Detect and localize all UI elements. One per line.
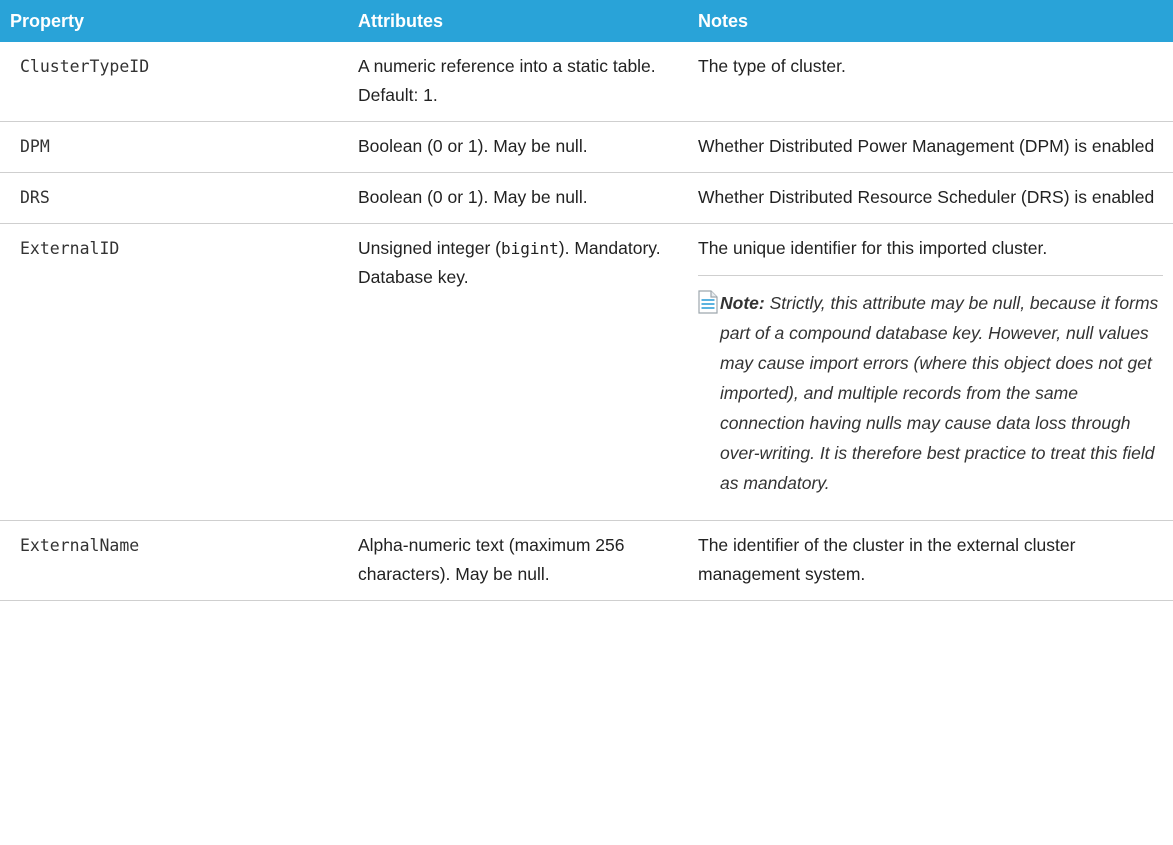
table-row: ClusterTypeID A numeric reference into a…	[0, 42, 1173, 122]
header-notes: Notes	[698, 10, 749, 31]
property-attributes: Alpha-numeric text (maximum 256 characte…	[358, 520, 698, 601]
property-name: DPM	[0, 121, 358, 173]
property-name: ClusterTypeID	[0, 42, 358, 122]
property-notes-cell: The unique identifier for this imported …	[698, 223, 1173, 521]
note-icon	[698, 290, 720, 314]
property-name: ExternalName	[0, 520, 358, 601]
property-notes: Whether Distributed Power Management (DP…	[698, 121, 1173, 173]
property-notes: The identifier of the cluster in the ext…	[698, 520, 1173, 601]
note-label: Note:	[720, 293, 765, 313]
note-divider	[698, 275, 1163, 276]
attributes-code: bigint	[501, 239, 559, 258]
table-header: Property Attributes Notes	[0, 0, 1173, 42]
property-attributes: Boolean (0 or 1). May be null.	[358, 172, 698, 224]
attributes-text: Unsigned integer (	[358, 238, 501, 258]
table-row: DPM Boolean (0 or 1). May be null. Wheth…	[0, 121, 1173, 173]
property-notes: The type of cluster.	[698, 42, 1173, 122]
header-attributes: Attributes	[358, 10, 443, 31]
property-notes: Whether Distributed Resource Scheduler (…	[698, 172, 1173, 224]
table-row: DRS Boolean (0 or 1). May be null. Wheth…	[0, 172, 1173, 224]
property-attributes: A numeric reference into a static table.…	[358, 42, 698, 122]
header-row: Property Attributes Notes	[0, 0, 1173, 42]
header-property: Property	[10, 10, 85, 31]
property-attributes: Unsigned integer (bigint). Mandatory. Da…	[358, 223, 698, 521]
property-attributes: Boolean (0 or 1). May be null.	[358, 121, 698, 173]
table-row: ExternalName Alpha-numeric text (maximum…	[0, 520, 1173, 601]
property-name: ExternalID	[0, 223, 358, 521]
table-row: ExternalID Unsigned integer (bigint). Ma…	[0, 223, 1173, 521]
property-name: DRS	[0, 172, 358, 224]
properties-table: Property Attributes Notes ClusterTypeID …	[0, 0, 1173, 601]
note-text: Strictly, this attribute may be null, be…	[720, 293, 1159, 493]
property-notes: The unique identifier for this imported …	[698, 238, 1048, 258]
table-body: ClusterTypeID A numeric reference into a…	[0, 42, 1173, 601]
note-callout: Note: Strictly, this attribute may be nu…	[698, 288, 1163, 498]
